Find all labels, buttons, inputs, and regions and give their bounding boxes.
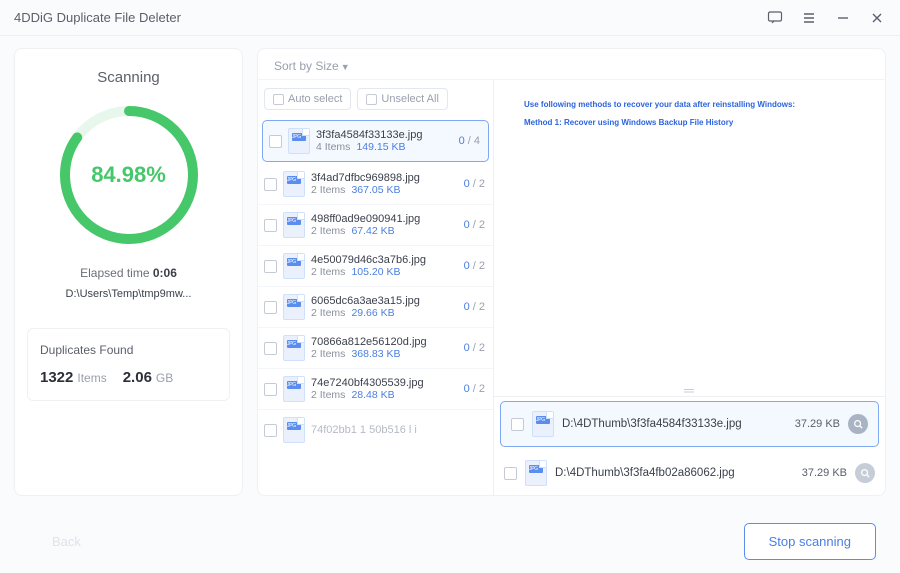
duplicates-summary: Duplicates Found 1322 Items 2.06 GB xyxy=(27,328,230,401)
group-count: 0 / 2 xyxy=(464,301,485,313)
app-title: 4DDiG Duplicate File Deleter xyxy=(14,10,181,25)
group-row[interactable]: 3f3fa4584f33133e.jpg4 Items 149.15 KB 0 / … xyxy=(262,120,489,162)
group-filename: 498ff0ad9e090941.jpg xyxy=(311,213,458,225)
auto-select-button[interactable]: Auto select xyxy=(264,88,351,110)
footer: Back Stop scanning xyxy=(0,509,900,573)
back-button[interactable]: Back xyxy=(24,524,109,559)
scan-path: D:\Users\Temp\tmp9mw... xyxy=(66,288,192,300)
duplicates-title: Duplicates Found xyxy=(40,343,217,357)
group-items: 2 Items xyxy=(311,307,345,319)
menu-icon[interactable] xyxy=(800,9,818,27)
group-row[interactable]: 70866a812e56120d.jpg2 Items 368.83 KB 0 / … xyxy=(258,328,493,369)
detail-column: Use following methods to recover your da… xyxy=(494,80,885,495)
group-size: 149.15 KB xyxy=(356,141,405,153)
detail-row[interactable]: D:\4DThumb\3f3fa4fb02a86062.jpg 37.29 KB xyxy=(494,451,885,495)
group-count: 0 / 2 xyxy=(464,219,485,231)
detail-list: D:\4DThumb\3f3fa4584f33133e.jpg37.29 KBD… xyxy=(494,396,885,495)
dup-count: 1322 xyxy=(40,369,73,386)
group-row[interactable]: 74f02bb1 1 50b516 l i xyxy=(258,410,493,450)
file-icon xyxy=(283,212,305,238)
sort-dropdown[interactable]: Sort by Size▼ xyxy=(258,49,885,80)
progress-ring: 84.98% xyxy=(54,100,204,250)
magnify-icon[interactable] xyxy=(848,414,868,434)
detail-row[interactable]: D:\4DThumb\3f3fa4584f33133e.jpg 37.29 KB xyxy=(500,401,879,447)
group-list: 3f3fa4584f33133e.jpg4 Items 149.15 KB 0 / … xyxy=(258,118,493,495)
group-filename: 70866a812e56120d.jpg xyxy=(311,336,458,348)
group-checkbox[interactable] xyxy=(264,260,277,273)
group-count: 0 / 4 xyxy=(459,135,480,147)
group-size: 29.66 KB xyxy=(351,307,394,319)
scan-label: Scanning xyxy=(97,69,160,86)
magnify-icon[interactable] xyxy=(855,463,875,483)
file-icon xyxy=(283,171,305,197)
dup-size: 2.06 xyxy=(123,369,152,386)
group-count: 0 / 2 xyxy=(464,383,485,395)
group-items: 2 Items xyxy=(311,184,345,196)
file-icon xyxy=(283,376,305,402)
checkbox-icon xyxy=(273,94,284,105)
group-count: 0 / 2 xyxy=(464,178,485,190)
group-filename: 4e50079d46c3a7b6.jpg xyxy=(311,254,458,266)
group-size: 367.05 KB xyxy=(351,184,400,196)
group-size: 67.42 KB xyxy=(351,225,394,237)
group-count: 0 / 2 xyxy=(464,342,485,354)
group-filename: 6065dc6a3ae3a15.jpg xyxy=(311,295,458,307)
window-controls xyxy=(766,9,886,27)
group-filename: 74e7240bf4305539.jpg xyxy=(311,377,458,389)
group-filename: 3f4ad7dfbc969898.jpg xyxy=(311,172,458,184)
scan-panel: Scanning 84.98% Elapsed time 0:06 D:\Use… xyxy=(14,48,243,496)
file-icon xyxy=(288,128,310,154)
minimize-icon[interactable] xyxy=(834,9,852,27)
titlebar: 4DDiG Duplicate File Deleter xyxy=(0,0,900,36)
file-icon xyxy=(283,335,305,361)
close-icon[interactable] xyxy=(868,9,886,27)
detail-size: 37.29 KB xyxy=(802,467,847,479)
groups-column: Auto select Unselect All 3f3fa4584f33133… xyxy=(258,80,494,495)
detail-path: D:\4DThumb\3f3fa4584f33133e.jpg xyxy=(562,418,787,430)
group-size: 368.83 KB xyxy=(351,348,400,360)
group-checkbox[interactable] xyxy=(264,342,277,355)
stop-scanning-button[interactable]: Stop scanning xyxy=(744,523,876,560)
group-items: 4 Items xyxy=(316,141,350,153)
group-row[interactable]: 74e7240bf4305539.jpg2 Items 28.48 KB 0 / 2 xyxy=(258,369,493,410)
chevron-down-icon: ▼ xyxy=(341,62,350,72)
detail-checkbox[interactable] xyxy=(511,418,524,431)
unselect-icon xyxy=(366,94,377,105)
detail-path: D:\4DThumb\3f3fa4fb02a86062.jpg xyxy=(555,467,794,479)
group-size: 28.48 KB xyxy=(351,389,394,401)
progress-percent: 84.98% xyxy=(91,162,166,188)
group-checkbox[interactable] xyxy=(264,383,277,396)
elapsed-time: Elapsed time 0:06 xyxy=(80,266,177,280)
file-icon xyxy=(283,294,305,320)
results-panel: Sort by Size▼ Auto select Unselect All 3… xyxy=(257,48,886,496)
file-icon xyxy=(532,411,554,437)
group-row[interactable]: 498ff0ad9e090941.jpg2 Items 67.42 KB 0 / 2 xyxy=(258,205,493,246)
group-row[interactable]: 3f4ad7dfbc969898.jpg2 Items 367.05 KB 0 / … xyxy=(258,164,493,205)
group-items: 2 Items xyxy=(311,225,345,237)
group-size: 105.20 KB xyxy=(351,266,400,278)
preview-pane: Use following methods to recover your da… xyxy=(494,80,885,384)
main-area: Scanning 84.98% Elapsed time 0:06 D:\Use… xyxy=(0,36,900,496)
group-items: 2 Items xyxy=(311,348,345,360)
group-row[interactable]: 6065dc6a3ae3a15.jpg2 Items 29.66 KB 0 / 2 xyxy=(258,287,493,328)
detail-size: 37.29 KB xyxy=(795,418,840,430)
group-items: 2 Items xyxy=(311,389,345,401)
splitter-handle[interactable]: ═ xyxy=(494,384,885,396)
file-icon xyxy=(525,460,547,486)
file-icon xyxy=(283,253,305,279)
group-checkbox[interactable] xyxy=(264,301,277,314)
unselect-all-button[interactable]: Unselect All xyxy=(357,88,447,110)
group-filename: 3f3fa4584f33133e.jpg xyxy=(316,129,453,141)
group-count: 0 / 2 xyxy=(464,260,485,272)
group-row[interactable]: 4e50079d46c3a7b6.jpg2 Items 105.20 KB 0 / … xyxy=(258,246,493,287)
group-checkbox[interactable] xyxy=(264,178,277,191)
detail-checkbox[interactable] xyxy=(504,467,517,480)
group-checkbox[interactable] xyxy=(269,135,282,148)
feedback-icon[interactable] xyxy=(766,9,784,27)
group-items: 2 Items xyxy=(311,266,345,278)
group-checkbox[interactable] xyxy=(264,219,277,232)
